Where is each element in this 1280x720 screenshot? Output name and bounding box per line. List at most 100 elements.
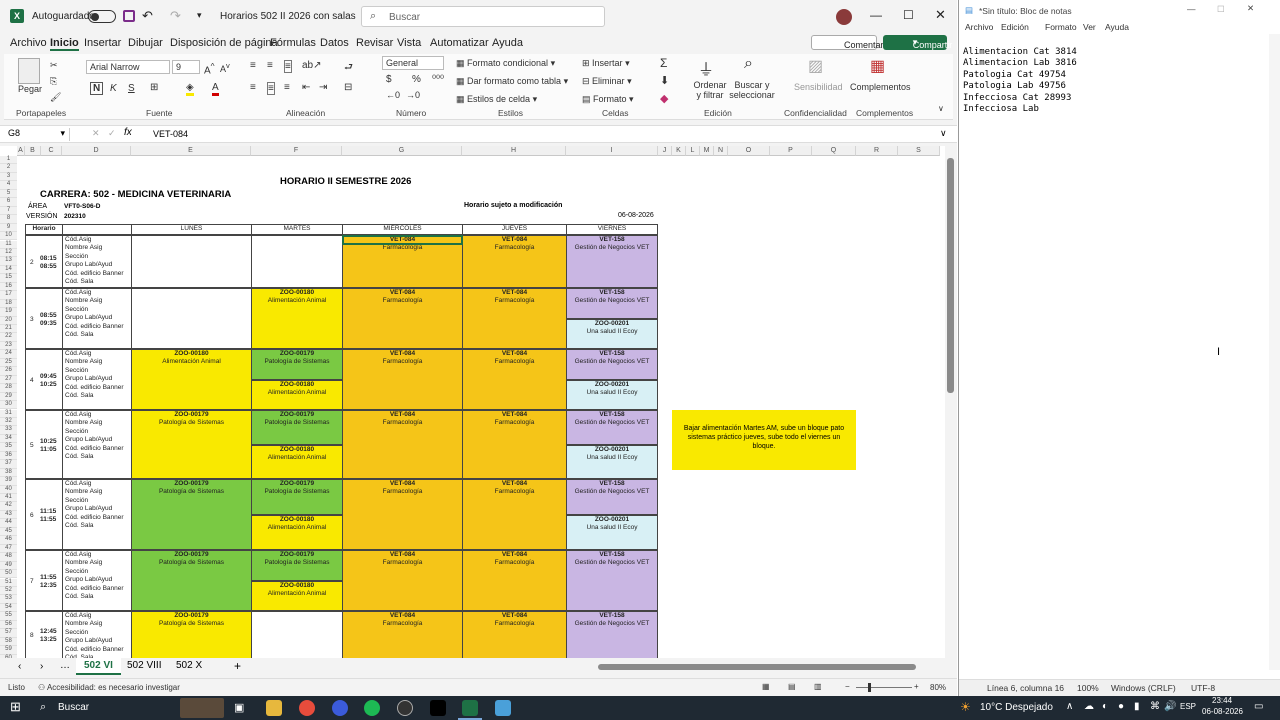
avatar[interactable] <box>836 9 852 25</box>
column-header[interactable]: F <box>251 146 342 156</box>
cancel-formula-icon[interactable]: ✕ <box>92 128 100 139</box>
column-header[interactable]: O <box>728 146 770 156</box>
row-header[interactable]: 30 <box>0 401 17 410</box>
column-header[interactable]: A <box>17 146 25 156</box>
note-box[interactable]: Bajar alimentación Martes AM, sube un bl… <box>672 410 856 470</box>
tuesday-course[interactable]: ZOO-00179 Patología de Sistemas <box>251 349 343 380</box>
format-cells-button[interactable]: ▤ Formato ▾ <box>582 94 634 105</box>
clear-icon[interactable]: ◆ <box>660 92 668 105</box>
expand-formula-icon[interactable]: ∨ <box>940 128 947 139</box>
column-header[interactable]: Q <box>812 146 856 156</box>
task-view-icon[interactable]: ▣ <box>234 701 244 714</box>
accessibility-status[interactable]: ⚇ Accesibilidad: es necesario investigar <box>38 683 180 692</box>
row-header[interactable]: 36 <box>0 451 17 461</box>
wednesday-course[interactable]: VET-084 Farmacología <box>342 410 463 479</box>
find-select-icon[interactable]: ⌕ <box>744 55 753 73</box>
more-sheets-icon[interactable]: … <box>60 660 70 671</box>
tuesday-course[interactable]: ZOO-00179 Patología de Sistemas <box>251 550 343 581</box>
row-header[interactable]: 2 <box>0 164 17 173</box>
tray-icon[interactable]: ● <box>1118 701 1124 712</box>
weather-text[interactable]: 10°C Despejado <box>980 702 1053 713</box>
column-header[interactable]: G <box>342 146 462 156</box>
row-header[interactable]: 25 <box>0 358 17 368</box>
normal-view-icon[interactable]: ▦ <box>762 682 770 691</box>
friday-course[interactable]: VET-158 Gestión de Negocios VET <box>566 349 658 380</box>
row-header[interactable]: 37 <box>0 460 17 469</box>
formula-input[interactable]: VET-084 <box>153 129 188 139</box>
friday-course[interactable]: VET-158 Gestión de Negocios VET <box>566 235 658 288</box>
orientation-icon[interactable]: ab↗ <box>302 60 322 71</box>
share-button[interactable]: Compartir ▾ <box>883 35 952 50</box>
close-icon[interactable]: ✕ <box>935 7 946 23</box>
row-header[interactable]: 53 <box>0 595 17 604</box>
enter-formula-icon[interactable]: ✓ <box>108 128 116 139</box>
language-indicator[interactable]: ESP <box>1180 702 1196 711</box>
wednesday-course[interactable]: VET-084 Farmacología <box>342 550 463 611</box>
row-header[interactable]: 50 <box>0 570 17 579</box>
row-header[interactable]: 44 <box>0 519 17 528</box>
column-header[interactable]: C <box>41 146 62 156</box>
row-header[interactable]: 33 <box>0 426 17 435</box>
app-icon[interactable] <box>397 700 413 716</box>
tray-icon[interactable]: ▮ <box>1134 701 1140 712</box>
tuesday-course[interactable]: ZOO-00180 Alimentación Animal <box>251 514 343 550</box>
tab-archivo[interactable]: Archivo <box>10 37 47 49</box>
messenger-icon[interactable] <box>332 700 348 716</box>
column-header[interactable]: L <box>686 146 700 156</box>
tab-ayuda[interactable]: Ayuda <box>492 37 523 49</box>
wednesday-course[interactable]: VET-084 Farmacología <box>342 288 463 349</box>
notepad-menu-ver[interactable]: Ver <box>1083 22 1096 32</box>
collapse-ribbon-icon[interactable]: ∨ <box>938 104 944 113</box>
tab-disposicion[interactable]: Disposición de página <box>170 37 278 49</box>
row-header[interactable]: 24 <box>0 350 17 359</box>
conditional-format-button[interactable]: ▦ Formato condicional ▾ <box>456 58 555 69</box>
row-header[interactable]: 38 <box>0 468 17 478</box>
delete-cells-button[interactable]: ⊟ Eliminar ▾ <box>582 76 632 87</box>
spotify-icon[interactable] <box>364 700 380 716</box>
thursday-course[interactable]: VET-084 Farmacología <box>462 479 567 550</box>
row-header[interactable]: 29 <box>0 392 17 402</box>
capcut-icon[interactable] <box>430 700 446 716</box>
friday-course[interactable]: VET-158 Gestión de Negocios VET <box>566 611 658 658</box>
monday-empty[interactable] <box>131 235 252 288</box>
font-name-select[interactable]: Arial Narrow <box>86 60 170 74</box>
clock-time[interactable]: 23:44 <box>1212 696 1232 705</box>
customize-qat-icon[interactable]: ▾ <box>197 10 202 21</box>
friday-course[interactable]: VET-158 Gestión de Negocios VET <box>566 479 658 515</box>
increase-decimal-icon[interactable]: ←0 <box>386 90 400 100</box>
tuesday-course[interactable]: ZOO-00179 Patología de Sistemas <box>251 410 343 445</box>
sensitivity-label[interactable]: Sensibilidad <box>794 82 843 92</box>
notepad-text-area[interactable]: Alimentacion Cat 3814 Alimentacion Lab 38… <box>963 35 1255 116</box>
tuesday-course[interactable]: ZOO-00180 Alimentación Animal <box>251 580 343 611</box>
row-header[interactable]: 31 <box>0 409 17 418</box>
row-header[interactable]: 32 <box>0 417 17 427</box>
network-icon[interactable]: ⌘ <box>1150 701 1160 712</box>
bold-icon[interactable]: N <box>90 82 104 95</box>
row-header[interactable]: 41 <box>0 494 17 503</box>
borders-icon[interactable]: ⊞ <box>150 82 158 93</box>
fill-icon[interactable]: ⬇ <box>660 74 669 87</box>
column-header[interactable]: R <box>856 146 898 156</box>
column-header[interactable]: P <box>770 146 812 156</box>
add-sheet-icon[interactable]: + <box>234 659 241 673</box>
thursday-course[interactable]: VET-084 Farmacología <box>462 288 567 349</box>
column-header[interactable]: E <box>131 146 251 156</box>
tuesday-course[interactable]: ZOO-00179 Patología de Sistemas <box>251 479 343 515</box>
sheet-tab-502-viii[interactable]: 502 VIII <box>127 660 161 671</box>
currency-icon[interactable]: $ <box>386 74 392 85</box>
row-header[interactable]: 56 <box>0 620 17 630</box>
increase-indent-icon[interactable]: ⇥ <box>319 82 327 93</box>
chrome-icon[interactable] <box>299 700 315 716</box>
tab-datos[interactable]: Datos <box>320 37 349 49</box>
row-header[interactable]: 19 <box>0 308 17 317</box>
tab-revisar[interactable]: Revisar <box>356 37 393 49</box>
notepad-menu-ayuda[interactable]: Ayuda <box>1105 22 1129 32</box>
row-header[interactable]: 10 <box>0 232 17 241</box>
row-header[interactable]: 1 <box>0 156 17 165</box>
comments-button[interactable]: Comentarios <box>811 35 895 50</box>
cut-icon[interactable]: ✂ <box>50 60 58 71</box>
row-header[interactable]: 40 <box>0 485 17 494</box>
taskbar-search[interactable]: Buscar <box>58 702 89 713</box>
maximize-icon[interactable]: ☐ <box>903 8 914 22</box>
wednesday-course[interactable]: VET-084 Farmacología <box>342 479 463 550</box>
